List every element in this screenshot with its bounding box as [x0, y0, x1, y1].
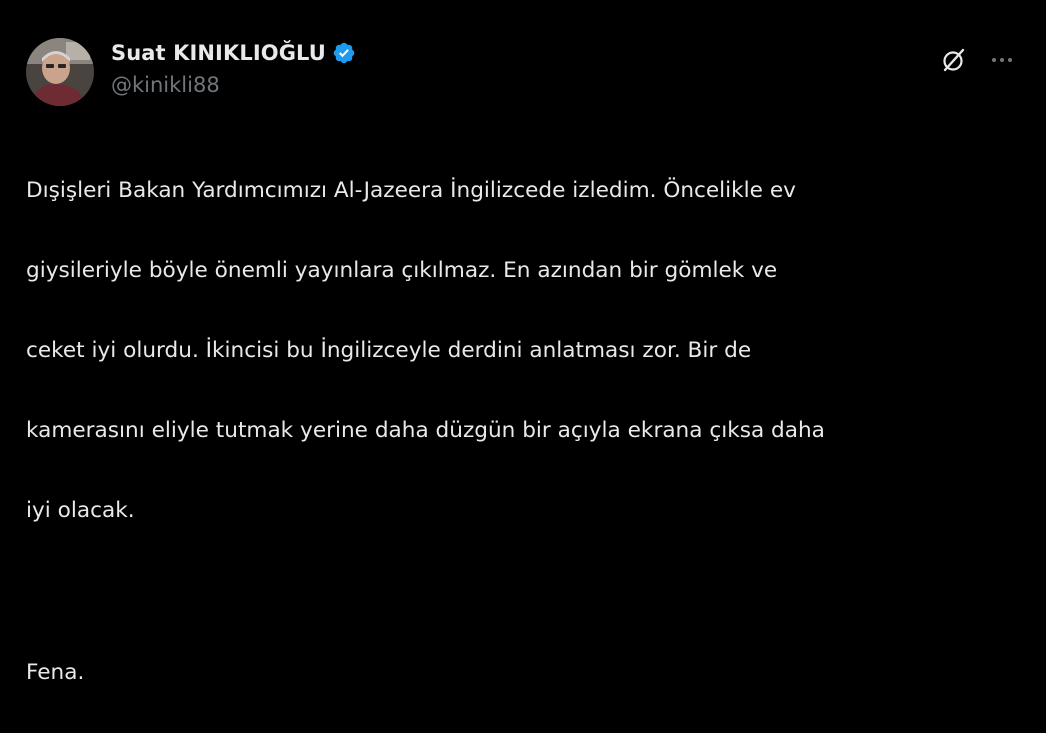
profile-photo-icon	[26, 38, 94, 106]
author-display-name[interactable]: Suat KINIKLIOĞLU	[111, 41, 326, 65]
tweet-body-line: ceket iyi olurdu. İkincisi bu İngilizcey…	[26, 338, 752, 363]
more-horizontal-icon	[992, 58, 1012, 62]
tweet-body-line: giysileriyle böyle önemli yayınlara çıkı…	[26, 258, 778, 283]
tweet-body: Dışişleri Bakan Yardımcımızı Al-Jazeera …	[26, 131, 1026, 733]
name-row: Suat KINIKLIOĞLU	[111, 38, 356, 68]
tweet-body-blank-line	[26, 571, 1026, 613]
author-handle[interactable]: @kinikli88	[111, 73, 356, 97]
avatar[interactable]	[26, 38, 94, 106]
tweet: Suat KINIKLIOĞLU @kinikli88 Dışişleri Ba…	[0, 0, 1046, 685]
tweet-body-line: Fena.	[26, 660, 85, 685]
grok-icon	[943, 48, 965, 72]
tweet-body-line: kamerasını eliyle tutmak yerine daha düz…	[26, 418, 825, 443]
tweet-body-line: Dışişleri Bakan Yardımcımızı Al-Jazeera …	[26, 178, 796, 203]
grok-button[interactable]	[938, 44, 970, 76]
tweet-body-line: iyi olacak.	[26, 498, 135, 523]
author-block: Suat KINIKLIOĞLU @kinikli88	[111, 38, 356, 97]
more-options-button[interactable]	[986, 44, 1018, 76]
verified-badge-icon[interactable]	[332, 41, 356, 65]
